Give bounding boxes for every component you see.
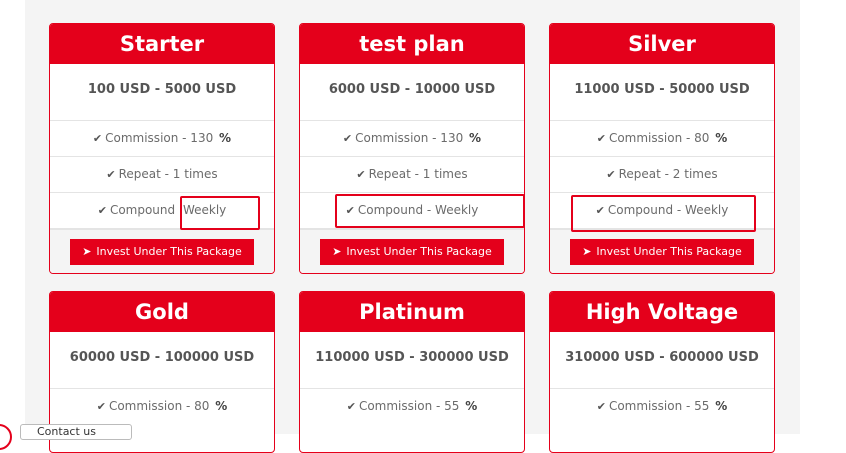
check-icon: ✔ <box>345 204 355 217</box>
check-icon: ✔ <box>346 400 356 413</box>
plan-commission: ✔ Commission - 130 % <box>300 121 524 157</box>
plan-title: High Voltage <box>550 292 774 332</box>
plan-card-silver: Silver 11000 USD - 50000 USD ✔ Commission… <box>549 23 775 274</box>
invest-button[interactable]: ➤ Invest Under This Package <box>70 238 254 265</box>
contact-us-label[interactable]: Contact us <box>20 424 132 440</box>
plan-price-range: 11000 USD - 50000 USD <box>550 64 774 121</box>
plan-price-range: 110000 USD - 300000 USD <box>300 332 524 389</box>
check-icon: ✔ <box>106 168 116 181</box>
plan-title: Platinum <box>300 292 524 332</box>
paper-plane-icon: ➤ <box>332 245 342 258</box>
check-icon: ✔ <box>606 168 616 181</box>
check-icon: ✔ <box>97 204 107 217</box>
plan-price-range: 310000 USD - 600000 USD <box>550 332 774 389</box>
plan-footer: ➤ Invest Under This Package <box>300 229 524 273</box>
plan-compound: ✔ Compound - Weekly <box>550 193 774 229</box>
plan-compound: ✔ Compound - Weekly <box>300 193 524 229</box>
plan-commission: ✔ Commission - 55 % <box>346 399 478 413</box>
paper-plane-icon: ➤ <box>82 245 92 258</box>
plan-repeat: ✔ Repeat - 2 times <box>550 157 774 193</box>
plan-commission: ✔ Commission - 130 % <box>50 121 274 157</box>
plan-price-range: 6000 USD - 10000 USD <box>300 64 524 121</box>
plan-repeat: ✔ Repeat - 1 times <box>300 157 524 193</box>
plan-commission: ✔ Commission - 55 % <box>596 399 728 413</box>
plan-footer: ➤ Invest Under This Package <box>50 229 274 273</box>
plan-price-range: 60000 USD - 100000 USD <box>50 332 274 389</box>
plan-compound: ✔ Compound Weekly <box>50 193 274 229</box>
plan-price-range: 100 USD - 5000 USD <box>50 64 274 121</box>
plan-title: Silver <box>550 24 774 64</box>
contact-widget[interactable]: Contact us <box>0 424 134 450</box>
check-icon: ✔ <box>596 400 606 413</box>
check-icon: ✔ <box>96 400 106 413</box>
chat-icon[interactable] <box>0 424 12 450</box>
plan-title: Gold <box>50 292 274 332</box>
plan-title: test plan <box>300 24 524 64</box>
plan-card-starter: Starter 100 USD - 5000 USD ✔ Commission -… <box>49 23 275 274</box>
paper-plane-icon: ➤ <box>582 245 592 258</box>
invest-button[interactable]: ➤ Invest Under This Package <box>570 238 754 265</box>
plan-card-high-voltage: High Voltage 310000 USD - 600000 USD ✔ Co… <box>549 291 775 453</box>
invest-button[interactable]: ➤ Invest Under This Package <box>320 238 504 265</box>
plan-commission: ✔ Commission - 80 % <box>550 121 774 157</box>
plan-footer: ➤ Invest Under This Package <box>550 229 774 273</box>
plan-card-platinum: Platinum 110000 USD - 300000 USD ✔ Commis… <box>299 291 525 453</box>
check-icon: ✔ <box>595 204 605 217</box>
check-icon: ✔ <box>342 132 353 145</box>
plan-commission: ✔ Commission - 80 % <box>96 399 228 413</box>
check-icon: ✔ <box>596 132 606 145</box>
check-icon: ✔ <box>92 132 103 145</box>
plan-title: Starter <box>50 24 274 64</box>
plan-repeat: ✔ Repeat - 1 times <box>50 157 274 193</box>
check-icon: ✔ <box>356 168 366 181</box>
plan-card-test-plan: test plan 6000 USD - 10000 USD ✔ Commissi… <box>299 23 525 274</box>
